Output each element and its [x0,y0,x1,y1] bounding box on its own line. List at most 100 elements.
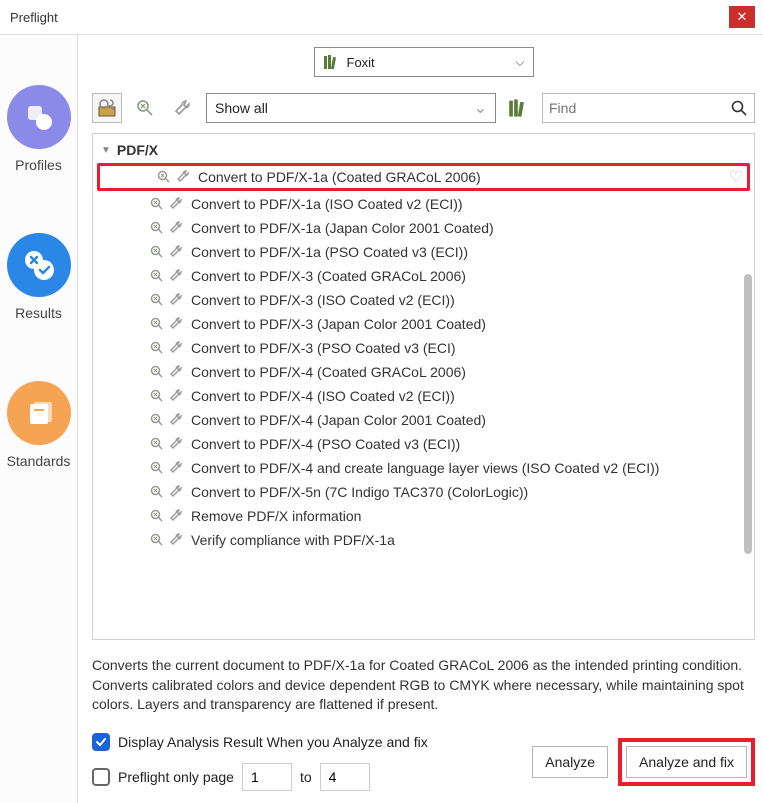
page-to-input[interactable] [320,763,370,791]
inspect-icon [156,169,172,185]
main-area: Profiles Results Standards Foxit [0,35,763,803]
sidebar-item-standards[interactable]: Standards [7,381,71,469]
group-label: PDF/X [117,142,158,158]
profile-label: Convert to PDF/X-4 (ISO Coated v2 (ECI)) [191,388,455,404]
wrench-icon [169,436,185,452]
group-header[interactable]: ▼ PDF/X [93,138,754,162]
profile-row[interactable]: Convert to PDF/X-1a (ISO Coated v2 (ECI)… [93,192,754,216]
profile-label: Convert to PDF/X-4 and create language l… [191,460,659,476]
profile-label: Convert to PDF/X-3 (Japan Color 2001 Coa… [191,316,486,332]
chevron-down-icon: ⌵ [515,55,524,70]
wrench-icon [169,196,185,212]
profile-description: Converts the current document to PDF/X-1… [92,640,755,733]
button-row: Analyze Analyze and fix [532,738,755,786]
profile-row[interactable]: Convert to PDF/X-3 (ISO Coated v2 (ECI)) [93,288,754,312]
inspect-icon [149,412,165,428]
close-button[interactable]: ✕ [729,6,755,28]
wrench-icon [169,268,185,284]
profile-row[interactable]: Convert to PDF/X-1a (PSO Coated v3 (ECI)… [93,240,754,264]
sidebar-item-label: Standards [7,453,71,469]
wrench-icon [169,316,185,332]
display-result-checkbox[interactable] [92,733,110,751]
profile-tree[interactable]: ▼ PDF/X Convert to PDF/X-1a (Coated GRACoL… [92,133,755,640]
profile-label: Convert to PDF/X-1a (ISO Coated v2 (ECI)… [191,196,463,212]
tool-btn-fix[interactable] [168,93,198,123]
profile-row[interactable]: Verify compliance with PDF/X-1a [93,528,754,552]
page-from-input[interactable] [242,763,292,791]
profile-label: Convert to PDF/X-1a (Coated GRACoL 2006) [198,169,723,185]
profile-row[interactable]: Convert to PDF/X-4 (Coated GRACoL 2006) [93,360,754,384]
library-selector[interactable]: Foxit ⌵ [314,47,534,77]
chevron-down-icon: ⌄ [474,98,487,118]
results-icon [7,233,71,297]
page-to-label: to [300,769,312,785]
inspect-icon [149,268,165,284]
inspect-icon [149,292,165,308]
triangle-down-icon: ▼ [101,145,111,156]
wrench-icon [169,388,185,404]
sidebar: Profiles Results Standards [0,35,78,803]
option-preflight-only: Preflight only page to [92,763,428,791]
analyze-button[interactable]: Analyze [532,746,608,778]
tool-btn-toolbox[interactable] [92,93,122,123]
inspect-icon [149,316,165,332]
profile-row[interactable]: Convert to PDF/X-5n (7C Indigo TAC370 (C… [93,480,754,504]
wrench-icon [169,364,185,380]
display-result-label: Display Analysis Result When you Analyze… [118,734,428,750]
search-icon [730,99,748,117]
wrench-icon [169,220,185,236]
search-input[interactable] [549,100,730,116]
inspect-icon [149,220,165,236]
scrollbar-thumb[interactable] [744,274,752,554]
profile-row[interactable]: Convert to PDF/X-1a (Coated GRACoL 2006)… [97,163,750,191]
window-title: Preflight [10,10,58,25]
search-box[interactable] [542,93,755,123]
profile-row[interactable]: Convert to PDF/X-3 (PSO Coated v3 (ECI) [93,336,754,360]
tool-btn-inspect[interactable] [130,93,160,123]
sidebar-item-profiles[interactable]: Profiles [7,85,71,173]
profile-label: Convert to PDF/X-1a (Japan Color 2001 Co… [191,220,494,236]
profile-label: Convert to PDF/X-3 (ISO Coated v2 (ECI)) [191,292,455,308]
profiles-icon [7,85,71,149]
profile-row[interactable]: Convert to PDF/X-3 (Coated GRACoL 2006) [93,264,754,288]
profile-label: Convert to PDF/X-4 (Japan Color 2001 Coa… [191,412,486,428]
preflight-only-checkbox[interactable] [92,768,110,786]
analyze-fix-button[interactable]: Analyze and fix [618,738,755,786]
inspect-icon [149,340,165,356]
library-selected-label: Foxit [347,55,375,70]
profile-label: Verify compliance with PDF/X-1a [191,532,395,548]
profile-row[interactable]: Convert to PDF/X-1a (Japan Color 2001 Co… [93,216,754,240]
profile-row[interactable]: Convert to PDF/X-3 (Japan Color 2001 Coa… [93,312,754,336]
profile-label: Convert to PDF/X-4 (PSO Coated v3 (ECI)) [191,436,460,452]
profile-row[interactable]: Convert to PDF/X-4 (Japan Color 2001 Coa… [93,408,754,432]
filter-selector[interactable]: Show all ⌄ [206,93,496,123]
profile-label: Remove PDF/X information [191,508,361,524]
profile-row[interactable]: Convert to PDF/X-4 (ISO Coated v2 (ECI)) [93,384,754,408]
profile-label: Convert to PDF/X-5n (7C Indigo TAC370 (C… [191,484,528,500]
wrench-icon [169,532,185,548]
standards-icon [7,381,71,445]
favorite-icon[interactable]: ♡ [729,167,743,187]
profile-row[interactable]: Convert to PDF/X-4 and create language l… [93,456,754,480]
library-button[interactable] [504,93,534,123]
preflight-only-label: Preflight only page [118,769,234,785]
wrench-icon [169,340,185,356]
close-icon: ✕ [737,9,748,25]
sidebar-item-results[interactable]: Results [7,233,71,321]
profile-row[interactable]: Convert to PDF/X-4 (PSO Coated v3 (ECI)) [93,432,754,456]
bottom-section: Display Analysis Result When you Analyze… [92,733,755,791]
inspect-icon [149,244,165,260]
wrench-icon [169,484,185,500]
wrench-icon [169,508,185,524]
analyze-label: Analyze [545,754,595,770]
options: Display Analysis Result When you Analyze… [92,733,428,791]
books-icon [323,53,341,71]
inspect-icon [149,460,165,476]
wrench-icon [169,244,185,260]
wrench-icon [169,412,185,428]
sidebar-item-label: Profiles [15,157,62,173]
analyze-fix-label: Analyze and fix [626,746,747,778]
profile-row[interactable]: Remove PDF/X information [93,504,754,528]
inspect-icon [149,364,165,380]
inspect-icon [149,532,165,548]
